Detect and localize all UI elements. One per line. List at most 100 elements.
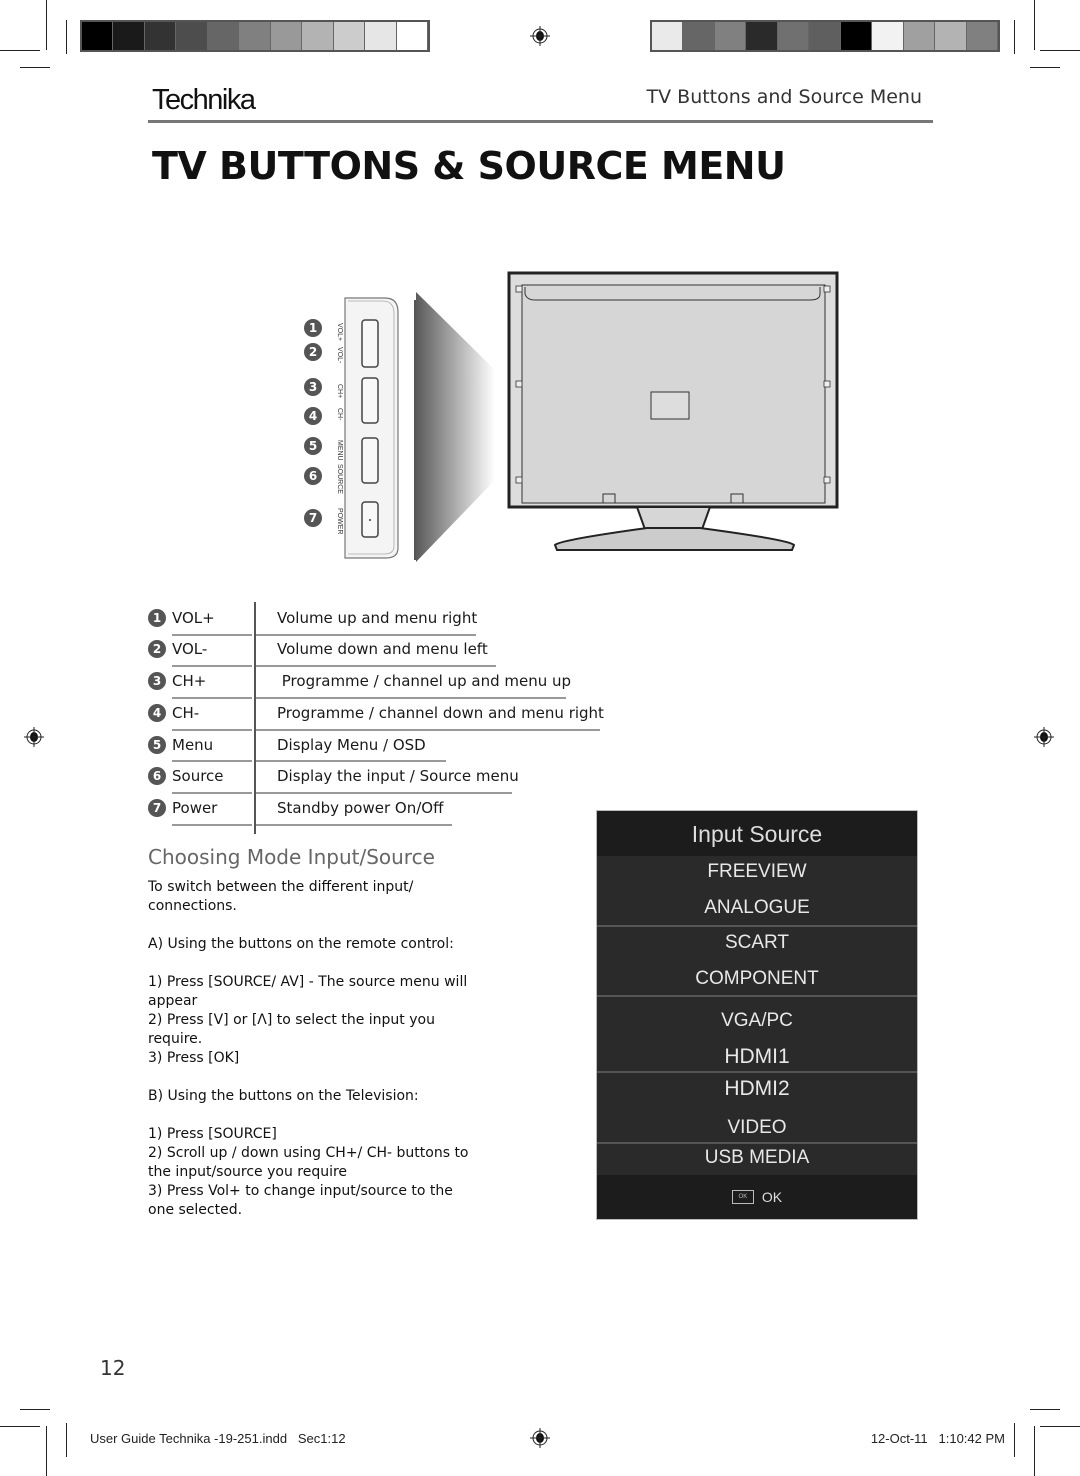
method-b-heading: B) Using the buttons on the Television: — [148, 1088, 419, 1104]
tv-rear-illustration — [416, 271, 839, 562]
crop-mark — [1034, 1426, 1035, 1476]
row-divider — [256, 729, 600, 731]
menu-item-hdmi2[interactable]: HDMI2 — [597, 1077, 917, 1101]
calibration-swatch — [652, 22, 684, 50]
step-line: one selected. — [148, 1202, 243, 1218]
row-divider — [256, 697, 566, 699]
menu-item-scart[interactable]: SCART — [597, 932, 917, 954]
button-description: Display Menu / OSD — [277, 736, 426, 754]
menu-separator — [597, 1142, 917, 1144]
input-source-menu: Input Source FREEVIEW ANALOGUE SCART COM… — [596, 810, 918, 1220]
step-line: 3) Press Vol+ to change input/source to … — [148, 1183, 453, 1199]
row-divider — [172, 729, 252, 731]
row-divider — [256, 760, 446, 762]
calibration-swatch — [683, 22, 715, 50]
row-divider — [256, 824, 452, 826]
row-divider — [172, 697, 252, 699]
calibration-swatch — [302, 22, 334, 50]
row-divider — [256, 792, 512, 794]
crop-mark — [46, 1426, 47, 1476]
footer-timestamp: 12-Oct-11 1:10:42 PM — [870, 1431, 1005, 1446]
menu-separator — [597, 995, 917, 997]
step-line: appear — [148, 993, 198, 1009]
calibration-swatch — [239, 22, 271, 50]
button-key: Source — [172, 767, 224, 785]
calibration-swatch — [365, 22, 397, 50]
calibration-swatch — [809, 22, 841, 50]
calibration-swatch — [333, 22, 366, 50]
instructions-text: To switch between the different input/ c… — [148, 878, 508, 1220]
brand-logo: Technika — [152, 84, 256, 116]
menu-item-video[interactable]: VIDEO — [597, 1117, 917, 1139]
calibration-swatch — [82, 22, 114, 50]
panel-label: POWER — [336, 508, 343, 535]
menu-item-freeview[interactable]: FREEVIEW — [597, 861, 917, 883]
ok-key-icon: OK — [731, 1190, 754, 1204]
row-divider — [256, 665, 496, 667]
calibration-swatch — [144, 22, 177, 50]
row-divider — [172, 824, 252, 826]
color-calibration-bar-left — [80, 20, 430, 52]
menu-item-component[interactable]: COMPONENT — [597, 968, 917, 990]
intro-line: To switch between the different input/ — [148, 879, 414, 895]
calibration-swatch — [113, 22, 145, 50]
step-line: 2) Scroll up / down using CH+/ CH- butto… — [148, 1145, 469, 1161]
button-key: Menu — [172, 736, 214, 754]
calibration-swatch — [935, 22, 967, 50]
footer-file-info: User Guide Technika -19-251.indd Sec1:12 — [90, 1431, 346, 1446]
page-title: TV BUTTONS & SOURCE MENU — [152, 144, 786, 188]
button-key: VOL- — [172, 640, 208, 658]
registration-mark-icon — [530, 1428, 550, 1448]
calibration-swatch — [176, 22, 208, 50]
menu-item-analogue[interactable]: ANALOGUE — [597, 897, 917, 919]
button-key: CH- — [172, 704, 200, 722]
page-number: 12 — [100, 1356, 126, 1380]
crop-mark — [20, 1409, 50, 1410]
panel-label: SOURCE — [336, 464, 343, 494]
button-description: Volume up and menu right — [277, 609, 478, 627]
row-number-badge: 2 — [148, 640, 166, 658]
crop-mark — [1040, 1426, 1080, 1427]
callout-number: 4 — [304, 407, 322, 425]
step-line: 2) Press [V] or [Λ] to select the input … — [148, 1012, 435, 1028]
menu-item-vga-pc[interactable]: VGA/PC — [597, 1010, 917, 1032]
ok-hint: OK — [761, 1189, 783, 1205]
row-number-badge: 1 — [148, 609, 166, 627]
button-description: Programme / channel up and menu up — [277, 672, 572, 690]
button-key: VOL+ — [172, 609, 215, 627]
crop-mark — [66, 1423, 67, 1457]
step-line: 3) Press [OK] — [148, 1050, 240, 1066]
calibration-swatch — [207, 22, 240, 50]
crop-mark — [1040, 50, 1080, 51]
step-line: 1) Press [SOURCE] — [148, 1126, 277, 1142]
crop-mark — [46, 0, 47, 50]
crop-mark — [1014, 20, 1015, 54]
crop-mark — [1030, 67, 1060, 68]
method-a-heading: A) Using the buttons on the remote contr… — [148, 936, 454, 952]
row-divider — [172, 634, 252, 636]
section-header: TV Buttons and Source Menu — [646, 86, 922, 108]
button-key: CH+ — [172, 672, 207, 690]
menu-item-hdmi1[interactable]: HDMI1 — [597, 1045, 917, 1069]
menu-item-usb-media[interactable]: USB MEDIA — [597, 1147, 917, 1169]
callout-number: 7 — [304, 509, 322, 527]
color-calibration-bar-right — [650, 20, 1000, 52]
step-line: the input/source you require — [148, 1164, 348, 1180]
registration-mark-icon — [1034, 727, 1054, 747]
callout-number: 2 — [304, 343, 322, 361]
zoom-connector-shape — [416, 292, 495, 562]
menu-footer: OK OK — [597, 1175, 917, 1219]
crop-mark — [20, 67, 50, 68]
step-line: require. — [148, 1031, 203, 1047]
table-divider — [254, 602, 256, 834]
header-divider — [148, 120, 933, 123]
calibration-swatch — [270, 22, 303, 50]
row-number-badge: 5 — [148, 736, 166, 754]
calibration-swatch — [746, 22, 778, 50]
calibration-swatch — [903, 22, 936, 50]
registration-mark-icon — [24, 727, 44, 747]
calibration-swatch — [777, 22, 810, 50]
row-number-badge: 3 — [148, 672, 166, 690]
menu-title: Input Source — [597, 811, 917, 856]
step-line: 1) Press [SOURCE/ AV] - The source menu … — [148, 974, 468, 990]
